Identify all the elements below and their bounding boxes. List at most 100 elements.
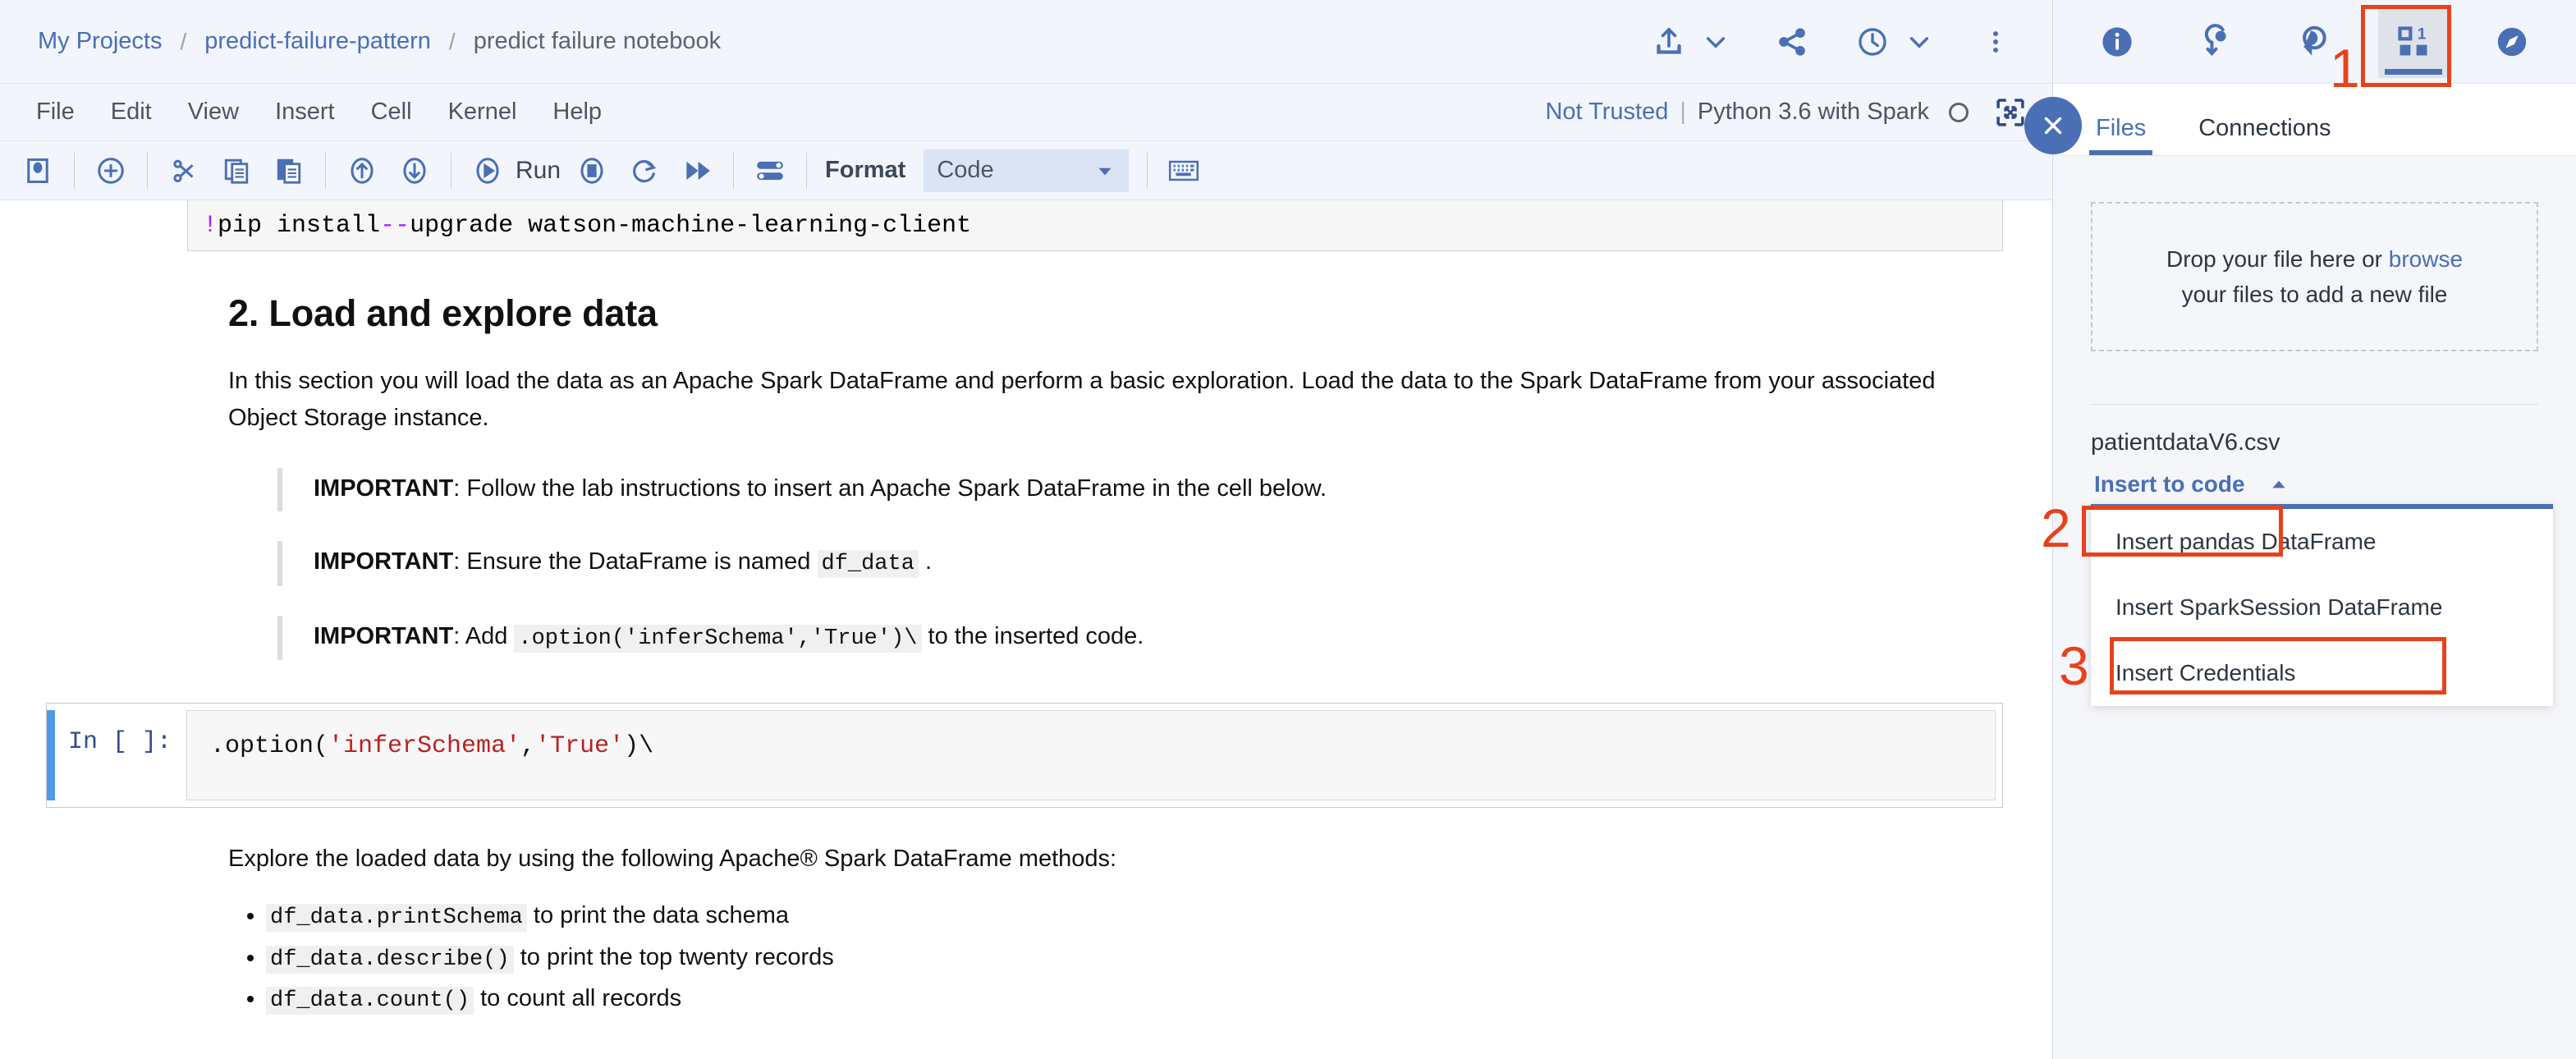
methods-list: df_data.printSchema to print the data sc… — [266, 896, 2003, 1020]
upload-chevron-down-icon[interactable] — [1694, 16, 1737, 67]
intro-paragraph: In this section you will load the data a… — [228, 368, 1936, 431]
status-separator: | — [1680, 99, 1686, 125]
menu-item-insert-pandas-dataframe[interactable]: Insert pandas DataFrame — [2091, 509, 2553, 575]
page-title: 2. Load and explore data — [228, 292, 658, 334]
callout-bold-label: IMPORTANT — [314, 622, 454, 649]
run-button-label[interactable]: Run — [516, 157, 561, 185]
panel-icon-rail: 1 — [2053, 0, 2576, 84]
share-icon[interactable] — [1767, 16, 1817, 67]
tab-connections[interactable]: Connections — [2192, 115, 2337, 155]
menu-edit[interactable]: Edit — [93, 92, 170, 132]
copy-icon[interactable] — [210, 148, 263, 194]
panel-content: Drop your file here or browse your files… — [2053, 156, 2576, 1059]
toggle-sliders-icon[interactable] — [744, 148, 796, 194]
menu-item-insert-sparksession-dataframe[interactable]: Insert SparkSession DataFrame — [2091, 575, 2553, 640]
inline-code-describe: df_data.describe() — [266, 945, 514, 974]
pip-install-code-cell[interactable]: ! pip install -- upgrade watson-machine-le… — [187, 200, 2003, 251]
restart-icon[interactable] — [618, 148, 671, 194]
fast-forward-icon[interactable] — [671, 148, 723, 194]
code-token-suffix: )\ — [624, 732, 654, 761]
paste-icon[interactable] — [263, 148, 315, 194]
inline-code-option: .option('inferSchema','True')\ — [514, 624, 922, 653]
kernel-name: Python 3.6 with Spark — [1697, 99, 1929, 125]
menu-cell[interactable]: Cell — [353, 92, 430, 132]
inline-code-printschema: df_data.printSchema — [266, 904, 527, 933]
arrow-down-icon[interactable] — [388, 148, 441, 194]
kernel-status-area: Not Trusted | Python 3.6 with Spark — [1545, 95, 2052, 130]
history-chevron-down-icon[interactable] — [1898, 16, 1941, 67]
stop-icon[interactable] — [566, 148, 618, 194]
notebook-toolbar: Run Format Code — [0, 141, 2052, 200]
caret-down-icon — [1094, 160, 1116, 181]
insert-to-code-button[interactable]: Insert to code — [2091, 465, 2301, 504]
fullscreen-icon[interactable] — [1993, 95, 2028, 130]
caret-up-icon — [2268, 474, 2290, 495]
inline-code-count: df_data.count() — [266, 987, 474, 1015]
menu-view[interactable]: View — [170, 92, 257, 132]
callout-text: : Ensure the DataFrame is named — [453, 548, 818, 575]
list-item: df_data.count() to count all records — [266, 979, 2003, 1020]
keyboard-icon[interactable] — [1157, 148, 1210, 194]
info-icon[interactable] — [2082, 6, 2152, 78]
callout-bold-label: IMPORTANT — [314, 474, 454, 502]
code-token-string-1: 'inferSchema' — [328, 732, 521, 761]
code-token-prefix: .option( — [210, 732, 329, 761]
pip-package-text: upgrade watson-machine-learning-client — [410, 211, 972, 240]
overflow-menu-icon[interactable] — [1970, 16, 2021, 67]
save-icon[interactable] — [11, 148, 64, 194]
compass-icon[interactable] — [2477, 6, 2547, 78]
dropzone-line-2: your files to add a new file — [2181, 282, 2448, 307]
explore-paragraph: Explore the loaded data by using the fol… — [228, 846, 1117, 873]
bang-token: ! — [203, 211, 218, 240]
panel-divider — [2091, 404, 2538, 405]
kernel-idle-circle-icon — [1949, 102, 1969, 122]
menu-item-insert-credentials[interactable]: Insert Credentials — [2091, 640, 2553, 706]
breadcrumb: My Projects / predict-failure-pattern / … — [38, 28, 721, 55]
notebook-menu-bar: File Edit View Insert Cell Kernel Help N… — [0, 84, 2052, 141]
run-icon[interactable] — [461, 148, 514, 194]
trust-status[interactable]: Not Trusted — [1545, 99, 1668, 126]
data-asset-grid-icon[interactable]: 1 — [2377, 5, 2449, 78]
menu-file[interactable]: File — [18, 92, 93, 132]
bookmark-pin-icon[interactable] — [2180, 6, 2251, 78]
notebook-body[interactable]: ! pip install -- upgrade watson-machine-le… — [0, 200, 2052, 1059]
arrow-up-icon[interactable] — [336, 148, 388, 194]
insert-to-code-dropdown: Insert pandas DataFrame Insert SparkSess… — [2091, 504, 2553, 706]
code-token-string-2: 'True' — [535, 732, 625, 761]
menu-insert[interactable]: Insert — [257, 92, 353, 132]
breadcrumb-separator: / — [180, 28, 187, 54]
close-panel-button[interactable] — [2024, 97, 2082, 154]
add-cell-icon[interactable] — [85, 148, 137, 194]
callout-dataframe-name: IMPORTANT: Ensure the DataFrame is named… — [277, 541, 2003, 586]
panel-tabs: Files Connections — [2053, 84, 2576, 156]
application-window: My Projects / predict-failure-pattern / … — [0, 0, 2576, 1059]
explore-section: Explore the loaded data by using the fol… — [0, 846, 2052, 1020]
markdown-section: 2. Load and explore data In this section… — [0, 292, 2052, 661]
breadcrumb-item-project[interactable]: predict-failure-pattern — [204, 28, 431, 55]
upload-icon[interactable] — [1643, 16, 1694, 67]
dropzone-text: Drop your file here or — [2166, 245, 2389, 272]
format-select[interactable]: Code — [924, 149, 1130, 192]
flag-token: -- — [380, 211, 410, 240]
callout-text-after: to the inserted code. — [921, 622, 1144, 649]
file-dropzone[interactable]: Drop your file here or browse your files… — [2091, 202, 2538, 351]
list-item: df_data.describe() to print the top twen… — [266, 938, 2003, 979]
callout-text-after: . — [918, 548, 933, 575]
list-item-text: to print the top twenty records — [513, 943, 834, 970]
format-label: Format — [825, 157, 906, 183]
list-item-text: to count all records — [474, 985, 682, 1012]
breadcrumb-bar: My Projects / predict-failure-pattern / … — [0, 0, 2052, 84]
file-list-item-name[interactable]: patientdataV6.csv — [2091, 429, 2576, 456]
notebook-column: My Projects / predict-failure-pattern / … — [0, 0, 2052, 1059]
selected-code-cell[interactable]: In [ ]: .option('inferSchema','True')\ — [46, 703, 2003, 809]
annotation-number-3: 3 — [2059, 635, 2089, 696]
menu-help[interactable]: Help — [534, 92, 620, 132]
clock-icon[interactable] — [1847, 16, 1898, 67]
breadcrumb-item-my-projects[interactable]: My Projects — [38, 28, 162, 55]
browse-link[interactable]: browse — [2389, 246, 2463, 272]
breadcrumb-item-notebook: predict failure notebook — [473, 28, 722, 54]
code-editor[interactable]: .option('inferSchema','True')\ — [186, 710, 1996, 801]
scissors-icon[interactable] — [158, 148, 210, 194]
tab-files[interactable]: Files — [2089, 115, 2153, 155]
menu-kernel[interactable]: Kernel — [430, 92, 535, 132]
